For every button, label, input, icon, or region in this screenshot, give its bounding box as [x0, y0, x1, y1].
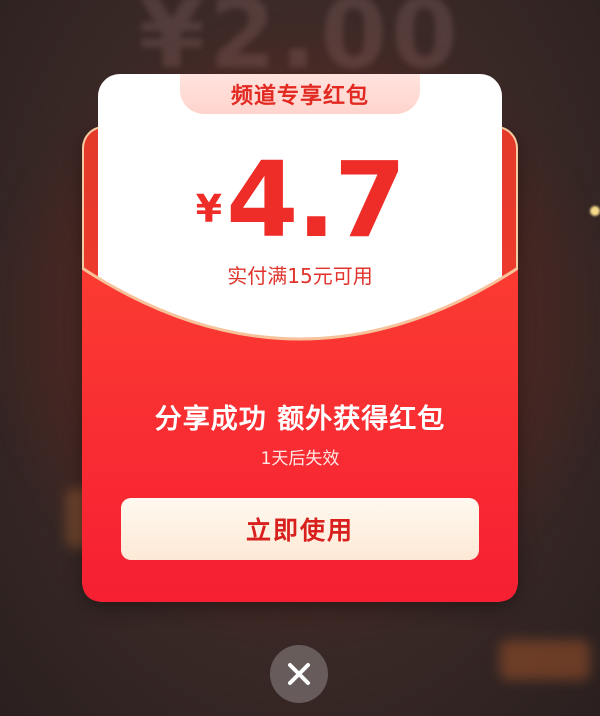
channel-tab-label: 频道专享红包 — [230, 84, 369, 109]
use-now-button[interactable]: 立即使用 — [121, 498, 479, 560]
background-decoration — [500, 640, 590, 680]
expiry-text: 1天后失效 — [260, 449, 340, 469]
coupon-amount-row: ¥4.7 — [98, 148, 502, 252]
close-button[interactable] — [270, 645, 328, 703]
share-success-message: 分享成功 额外获得红包 — [154, 404, 446, 435]
coupon-condition: 实付满15元可用 — [227, 264, 373, 288]
channel-tab: 频道专享红包 — [180, 74, 420, 114]
overlay-backdrop: ¥2.00 频道专享红包 ¥4.7 实付满15元可用 分享成功 额外获得红包 1… — [0, 0, 600, 716]
sparkle-icon — [590, 206, 600, 216]
currency-symbol: ¥ — [195, 187, 223, 231]
close-icon — [288, 663, 310, 685]
coupon-amount: 4.7 — [226, 139, 406, 261]
